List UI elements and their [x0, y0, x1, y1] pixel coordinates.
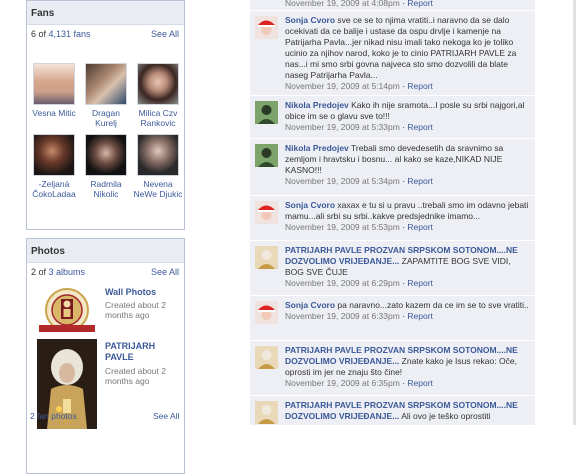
avatar[interactable]	[255, 201, 278, 224]
avatar[interactable]	[255, 144, 278, 167]
fan-item[interactable]: -Zeljaná ČokoLadaa	[29, 134, 79, 199]
post-time: November 19, 2009 at 5:53pm	[285, 222, 400, 232]
wall-post: Sonja Cvoro pa naravno...zato kazem da c…	[250, 296, 535, 341]
fan-name[interactable]: Vesna Mitic	[29, 108, 79, 118]
fans-count-link[interactable]: 4,131 fans	[49, 29, 91, 39]
wall-post: Sonja Cvoro sve ce se to njima vratiti..…	[250, 11, 535, 96]
post-author[interactable]: Nikola Predojev	[285, 100, 349, 110]
report-link[interactable]: Report	[407, 278, 433, 288]
post-author[interactable]: Sonja Cvoro	[285, 200, 335, 210]
album-title[interactable]: Wall Photos	[105, 287, 175, 298]
wall-feed: November 19, 2009 at 4:08pm · Report Son…	[250, 0, 535, 425]
fan-name-line2[interactable]: ČokoLadaa	[29, 189, 79, 199]
post-author[interactable]: Sonja Cvoro	[285, 300, 335, 310]
fan-avatar[interactable]	[33, 134, 75, 176]
wall-post: PATRIJARH PAVLE PROZVAN SRPSKOM SOTONOM.…	[250, 241, 535, 296]
fans-count-prefix: 6 of	[31, 29, 49, 39]
left-sidebar: Fans 6 of 4,131 fans See All Vesna Mitic…	[26, 0, 185, 474]
wall-post: PATRIJARH PAVLE PROZVAN SRPSKOM SOTONOM.…	[250, 341, 535, 396]
fan-avatar[interactable]	[33, 63, 75, 105]
avatar[interactable]	[255, 301, 278, 324]
post-body: Ali ovo je teško oprostiti	[399, 411, 491, 421]
fan-item[interactable]: Vesna Mitic	[29, 63, 79, 118]
albums-list: Wall Photos Created about 2 months ago P…	[27, 283, 184, 473]
fan-avatar[interactable]	[85, 63, 127, 105]
wall-post: Nikola Predojev Kako ih nije sramota...I…	[250, 96, 535, 139]
photos-count: 2 of 3 albums See All	[27, 263, 184, 283]
fan-name-line1[interactable]: Nevena	[133, 179, 183, 189]
photos-header: Photos	[27, 238, 184, 263]
fans-box: Fans 6 of 4,131 fans See All Vesna Mitic…	[26, 0, 185, 230]
post-time: November 19, 2009 at 5:33pm	[285, 122, 400, 132]
fan-name-line2[interactable]: Kurelj	[81, 118, 131, 128]
fan-avatar[interactable]	[137, 63, 179, 105]
fan-name-line1[interactable]: Dragan	[81, 108, 131, 118]
fan-item[interactable]: Nevena NeWe Djukic	[133, 134, 183, 199]
avatar[interactable]	[255, 16, 278, 39]
report-link[interactable]: Report	[407, 311, 433, 321]
post-time: November 19, 2009 at 6:35pm	[285, 378, 400, 388]
fan-item[interactable]: Dragan Kurelj	[81, 63, 131, 128]
avatar[interactable]	[255, 346, 278, 369]
photos-box: Photos 2 of 3 albums See All Wall Photos	[26, 238, 185, 474]
fans-see-all-link[interactable]: See All	[151, 29, 179, 39]
report-link[interactable]: Report	[407, 176, 433, 186]
wall-post: Sonja Cvoro xaxax e tu si u pravu ..treb…	[250, 196, 535, 241]
report-link[interactable]: Report	[407, 222, 433, 232]
fan-avatar[interactable]	[85, 134, 127, 176]
avatar[interactable]	[255, 401, 278, 424]
album-title[interactable]: PATRIJARH PAVLE	[105, 341, 175, 363]
church-emblem-icon	[39, 288, 95, 332]
post-time: November 19, 2009 at 5:14pm	[285, 81, 400, 91]
fan-name-line1[interactable]: -Zeljaná	[29, 179, 79, 189]
fan-item[interactable]: Milica Czv Rankovic	[133, 63, 183, 128]
post-body: pa naravno...zato kazem da ce im se to s…	[335, 300, 529, 310]
photos-count-link[interactable]: 3 albums	[49, 267, 86, 277]
fan-name-line2[interactable]: NeWe Djukic	[133, 189, 183, 199]
post-time: November 19, 2009 at 6:29pm	[285, 278, 400, 288]
report-link[interactable]: Report	[407, 81, 433, 91]
photos-see-all-link[interactable]: See All	[151, 267, 179, 277]
wall-post: Nikola Predojev Trebali smo devedesetih …	[250, 139, 535, 196]
fans-count: 6 of 4,131 fans See All	[27, 25, 184, 45]
fan-name-line2[interactable]: Rankovic	[133, 118, 183, 128]
post-time: November 19, 2009 at 5:34pm	[285, 176, 400, 186]
fan-item[interactable]: Radmila Nikolic	[81, 134, 131, 199]
post-time: November 19, 2009 at 6:33pm	[285, 311, 400, 321]
report-link[interactable]: Report	[407, 378, 433, 388]
post-time: November 19, 2009 at 4:08pm	[285, 0, 400, 8]
fan-photos-link[interactable]: 2 fan photos	[30, 411, 77, 421]
fan-photos-see-all-link[interactable]: See All	[153, 411, 179, 421]
fans-header: Fans	[27, 0, 184, 25]
post-author[interactable]: Sonja Cvoro	[285, 15, 335, 25]
avatar[interactable]	[255, 246, 278, 269]
wall-post: PATRIJARH PAVLE PROZVAN SRPSKOM SOTONOM.…	[250, 396, 535, 425]
fans-grid: Vesna Mitic Dragan Kurelj Milica Czv Ran…	[27, 45, 184, 229]
fan-avatar[interactable]	[137, 134, 179, 176]
fan-name-line1[interactable]: Radmila	[81, 179, 131, 189]
album-thumbnail[interactable]	[37, 285, 97, 335]
post-author[interactable]: Nikola Predojev	[285, 143, 349, 153]
fan-name-line2[interactable]: Nikolic	[81, 189, 131, 199]
avatar[interactable]	[255, 101, 278, 124]
wall-post: November 19, 2009 at 4:08pm · Report	[250, 0, 535, 11]
photos-count-prefix: 2 of	[31, 267, 49, 277]
album-created: Created about 2 months ago	[105, 300, 166, 320]
report-link[interactable]: Report	[407, 122, 433, 132]
report-link[interactable]: Report	[407, 0, 433, 8]
album-created: Created about 2 months ago	[105, 366, 166, 386]
fan-name-line1[interactable]: Milica Czv	[133, 108, 183, 118]
